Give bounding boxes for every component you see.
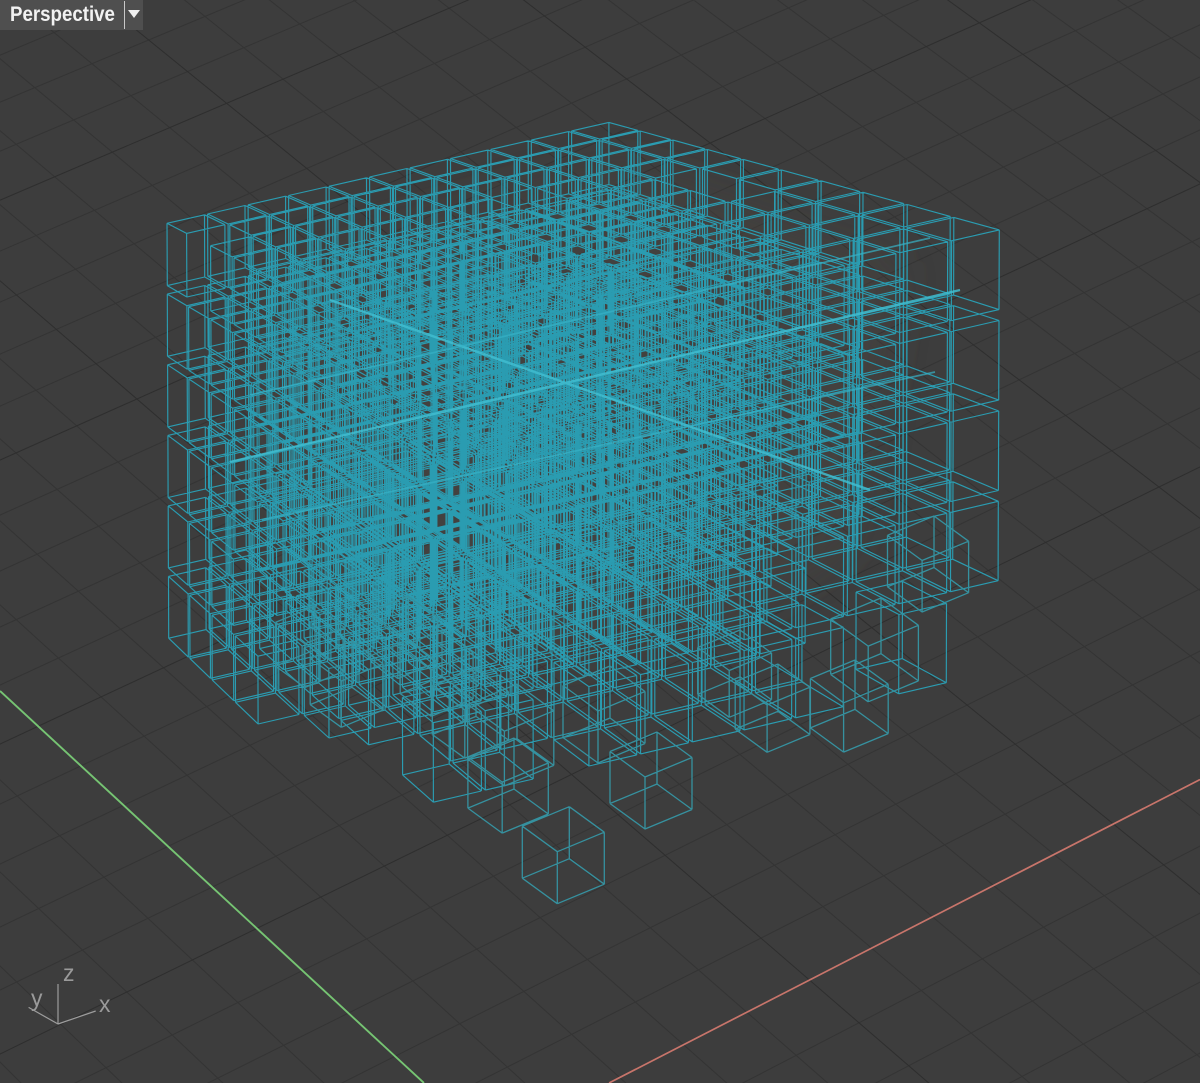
svg-text:x: x — [99, 991, 111, 1017]
svg-text:y: y — [31, 985, 43, 1011]
svg-text:z: z — [63, 960, 75, 986]
